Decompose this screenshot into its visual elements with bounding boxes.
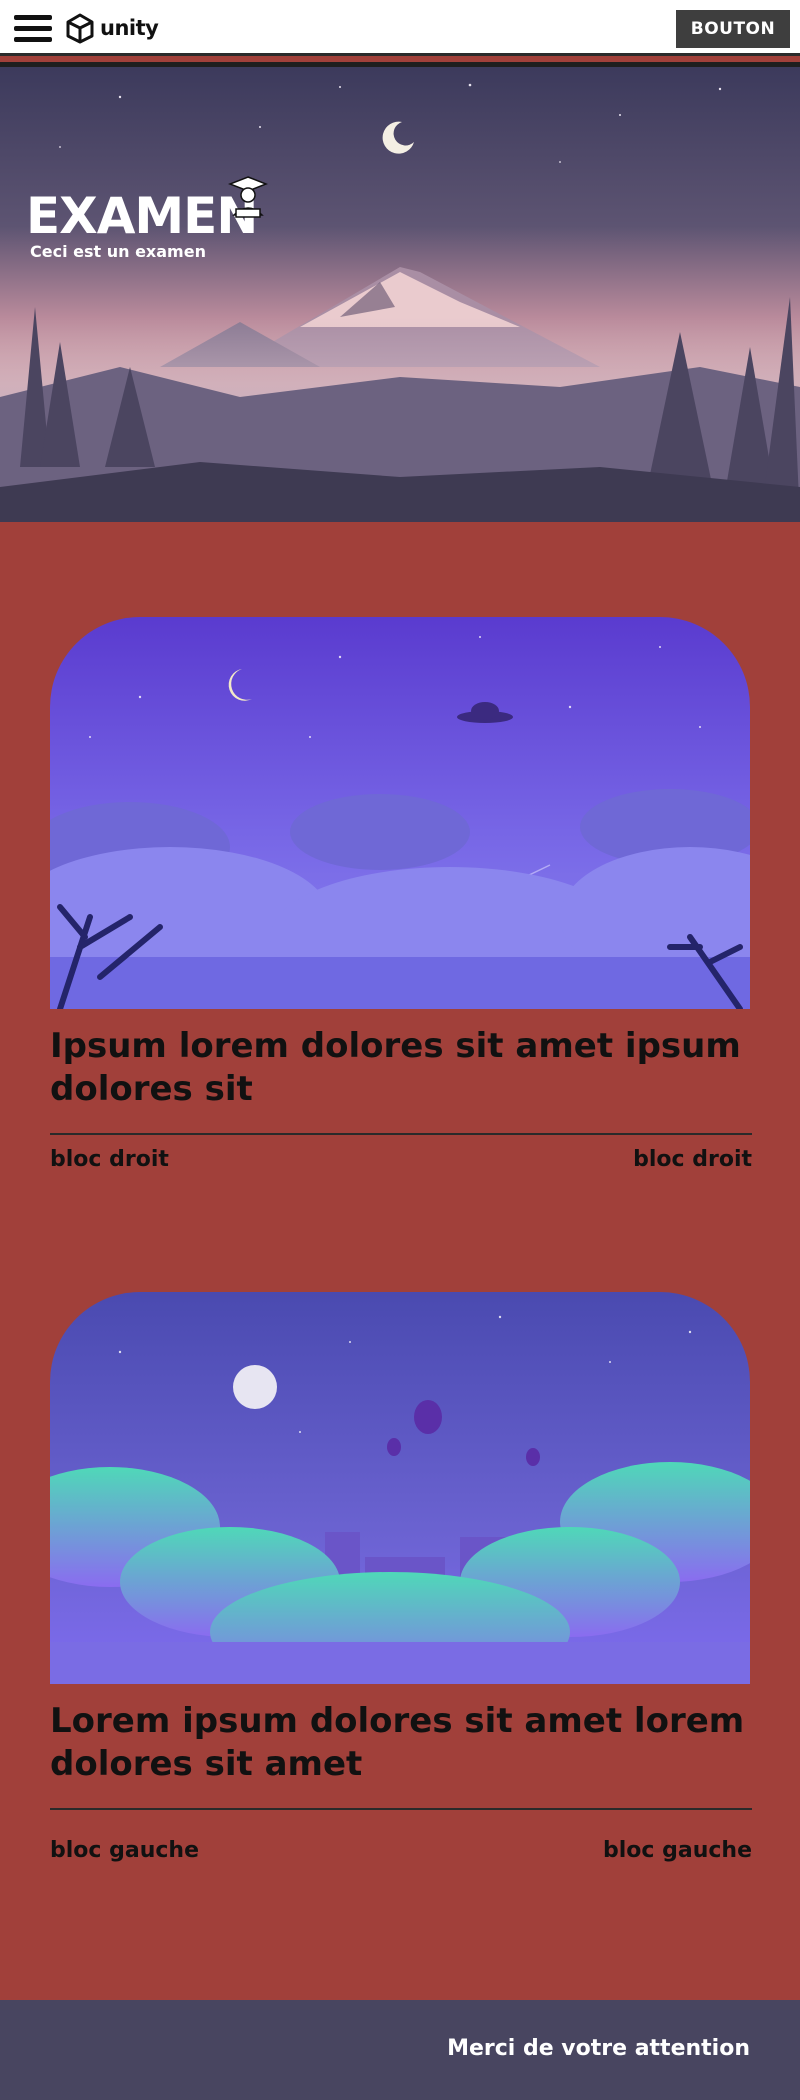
card-2-divider bbox=[50, 1808, 752, 1810]
footer-text: Merci de votre attention bbox=[447, 2036, 750, 2061]
menu-icon[interactable] bbox=[14, 15, 52, 43]
graduate-icon bbox=[228, 176, 268, 218]
card-2-meta: bloc gauche bloc gauche bbox=[50, 1838, 752, 1863]
card-1: Ipsum lorem dolores sit amet ipsum dolor… bbox=[50, 617, 752, 1172]
moon-icon bbox=[233, 1365, 277, 1409]
hero-title: EXAMEN bbox=[26, 187, 258, 245]
card-1-divider bbox=[50, 1133, 752, 1135]
card-1-image bbox=[50, 617, 750, 1009]
logo-text: unity bbox=[100, 16, 159, 40]
unity-logo[interactable]: unity bbox=[64, 12, 159, 44]
card-1-meta: bloc droit bloc droit bbox=[50, 1147, 752, 1172]
footer: Merci de votre attention bbox=[0, 2000, 800, 2100]
card-2-meta-left: bloc gauche bbox=[50, 1838, 199, 1863]
mountain-landscape-image bbox=[0, 67, 800, 522]
hero-banner: EXAMEN Ceci est un examen bbox=[0, 67, 800, 522]
night-clouds-image bbox=[50, 617, 750, 1009]
hero-subtitle: Ceci est un examen bbox=[30, 242, 206, 261]
night-city-clouds-image bbox=[50, 1292, 750, 1684]
card-2: Lorem ipsum dolores sit amet lorem dolor… bbox=[50, 1292, 752, 1863]
card-2-image bbox=[50, 1292, 750, 1684]
card-2-title: Lorem ipsum dolores sit amet lorem dolor… bbox=[50, 1701, 745, 1784]
card-2-meta-right: bloc gauche bbox=[603, 1838, 752, 1863]
unity-logo-icon bbox=[66, 13, 94, 44]
top-bar: unity BOUTON bbox=[0, 0, 800, 56]
card-1-title: Ipsum lorem dolores sit amet ipsum dolor… bbox=[50, 1026, 741, 1109]
card-1-meta-left: bloc droit bbox=[50, 1147, 169, 1172]
bouton-button[interactable]: BOUTON bbox=[676, 10, 790, 48]
card-1-meta-right: bloc droit bbox=[633, 1147, 752, 1172]
